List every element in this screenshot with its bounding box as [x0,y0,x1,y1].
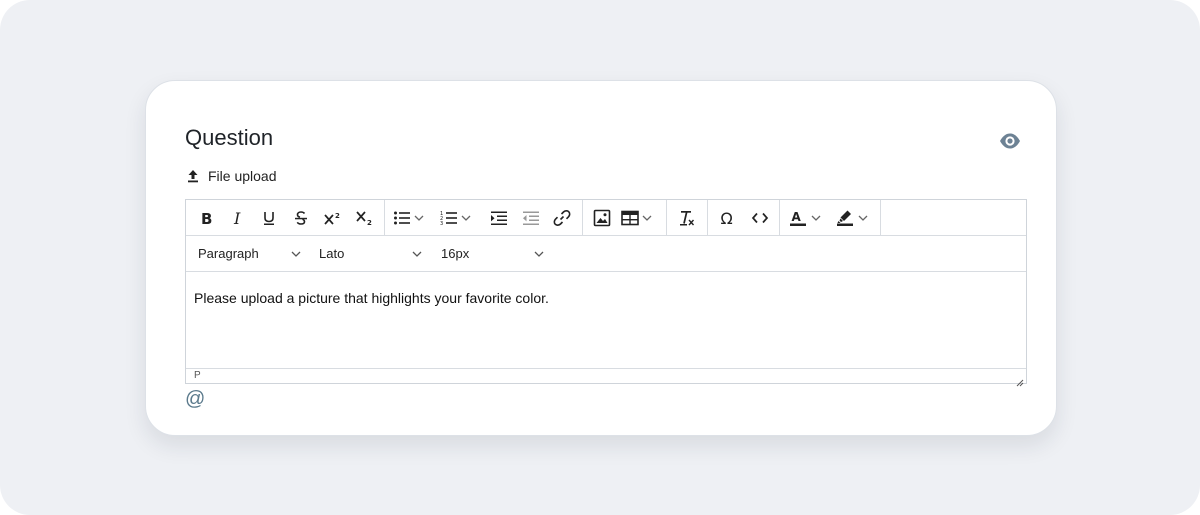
resize-handle-icon[interactable] [1016,374,1024,387]
underline-icon[interactable] [257,205,281,231]
editor-content-area[interactable]: Please upload a picture that highlights … [186,272,1026,368]
svg-text:I: I [233,210,241,226]
chevron-down-icon [461,215,471,221]
element-path[interactable]: P [194,369,201,383]
chevron-down-icon [811,215,821,221]
upload-icon [187,169,199,183]
rich-text-editor: B I 2 2 1 2 3 Ω A Paragraph Lato 16px Pl… [185,199,1027,387]
svg-text:B: B [201,210,212,226]
eye-icon[interactable] [998,131,1022,151]
font-family-value: Lato [319,246,345,261]
mention-button[interactable]: @ [185,387,205,411]
block-format-value: Paragraph [198,246,259,261]
clear-format-group [667,200,708,235]
chevron-down-icon [412,251,422,257]
file-upload-label: File upload [208,168,277,184]
special-character-icon[interactable]: Ω [716,205,740,231]
list-group: 123 [385,200,583,235]
bold-icon[interactable]: B [194,205,218,231]
question-card: Question File upload B I 2 2 1 2 3 Ω A P… [145,80,1057,436]
chevron-down-icon [534,251,544,257]
color-group: A [780,200,881,235]
question-title: Question [185,125,274,150]
image-icon[interactable] [590,205,614,231]
editor-paragraph: Please upload a picture that highlights … [194,290,549,306]
code-view-icon[interactable] [748,205,772,231]
strikethrough-icon[interactable] [289,205,313,231]
font-size-value: 16px [441,246,470,261]
highlight-color-icon[interactable] [835,205,877,231]
outdent-icon[interactable] [519,205,543,231]
italic-icon[interactable]: I [226,205,250,231]
indent-icon[interactable] [487,205,511,231]
svg-text:A: A [792,210,802,224]
font-size-select[interactable]: 16px [429,236,551,271]
font-family-select[interactable]: Lato [307,236,429,271]
svg-text:3: 3 [440,221,443,226]
subscript-icon[interactable]: 2 [352,205,378,231]
superscript-icon[interactable]: 2 [320,205,346,231]
svg-text:2: 2 [335,212,340,220]
text-color-icon[interactable]: A [788,205,830,231]
svg-text:Ω: Ω [721,209,733,227]
chevron-down-icon [414,215,424,221]
block-format-select[interactable]: Paragraph [186,236,308,271]
numbered-list-icon[interactable]: 123 [440,205,482,231]
bullet-list-icon[interactable] [393,205,435,231]
chevron-down-icon [291,251,301,257]
chevron-down-icon [858,215,868,221]
table-icon[interactable] [621,205,661,231]
special-group: Ω [708,200,780,235]
page-background: Question File upload B I 2 2 1 2 3 Ω A P… [0,0,1200,515]
editor-statusbar: P [186,368,1026,387]
link-icon[interactable] [550,205,574,231]
file-upload-button[interactable]: File upload [187,166,277,186]
chevron-down-icon [642,215,652,221]
insert-group [583,200,667,235]
clear-formatting-icon[interactable] [675,205,699,231]
editor-formatbar: Paragraph Lato 16px [186,236,1026,272]
text-style-group: B I 2 2 [186,200,385,235]
svg-text:2: 2 [367,219,372,226]
editor-toolbar: B I 2 2 1 2 3 Ω A [186,200,1026,236]
